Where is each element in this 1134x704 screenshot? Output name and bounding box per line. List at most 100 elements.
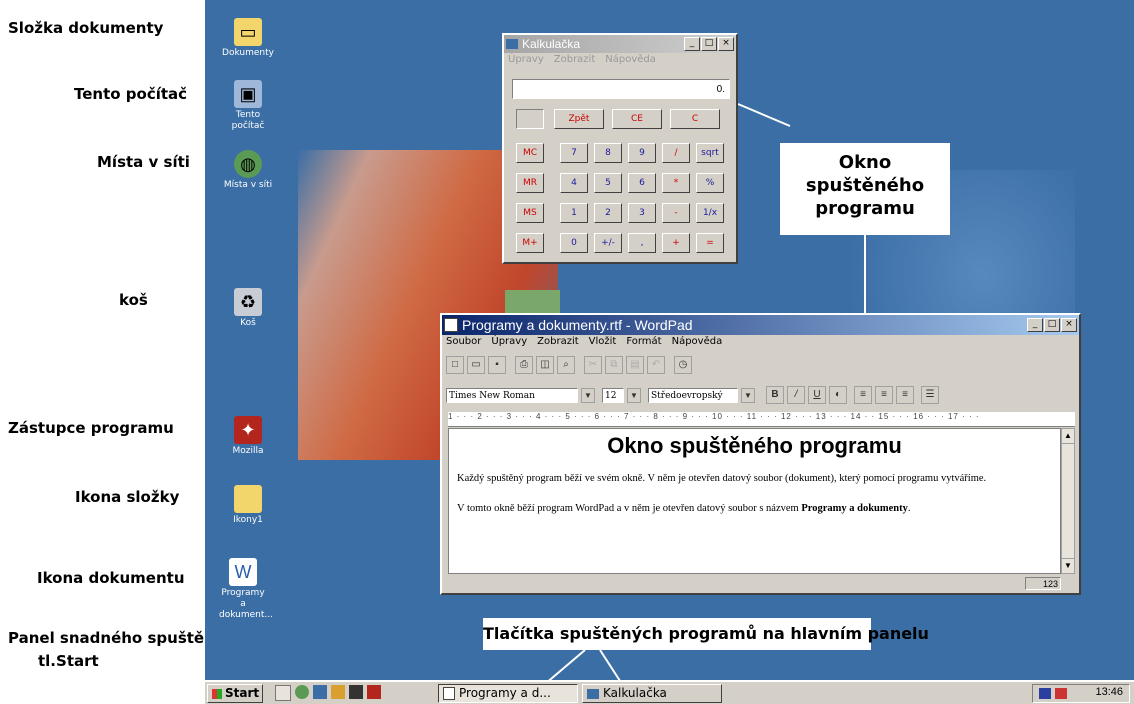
callout-running-window: Okno spuštěného programu bbox=[780, 143, 950, 235]
key-7[interactable]: 7 bbox=[560, 143, 588, 163]
key-decimal[interactable]: , bbox=[628, 233, 656, 253]
document-bold-text: Programy a dokumenty bbox=[801, 503, 908, 514]
wordpad-window[interactable]: Programy a dokumenty.rtf - WordPad _ □ ×… bbox=[440, 313, 1081, 595]
align-center-icon[interactable]: ≡ bbox=[875, 386, 893, 404]
explorer-icon[interactable] bbox=[313, 685, 327, 699]
key-2[interactable]: 2 bbox=[594, 203, 622, 223]
print-icon[interactable]: ⎙ bbox=[515, 356, 533, 374]
open-icon[interactable]: ▭ bbox=[467, 356, 485, 374]
menu-napoveda[interactable]: Nápověda bbox=[605, 54, 656, 65]
ms-button[interactable]: MS bbox=[516, 203, 544, 223]
new-icon[interactable]: □ bbox=[446, 356, 464, 374]
key-6[interactable]: 6 bbox=[628, 173, 656, 193]
vertical-scrollbar[interactable]: ▲ ▼ bbox=[1061, 428, 1075, 574]
undo-icon[interactable]: ↶ bbox=[647, 356, 665, 374]
clear-entry-button[interactable]: CE bbox=[612, 109, 662, 129]
key-0[interactable]: 0 bbox=[560, 233, 588, 253]
key-multiply[interactable]: * bbox=[662, 173, 690, 193]
taskbar-item-calculator[interactable]: Kalkulačka bbox=[582, 684, 722, 703]
menu-napoveda[interactable]: Nápověda bbox=[672, 336, 723, 347]
scroll-down-icon[interactable]: ▼ bbox=[1062, 558, 1074, 573]
bold-button[interactable]: B bbox=[766, 386, 784, 404]
minimize-button[interactable]: _ bbox=[1027, 318, 1043, 332]
key-equals[interactable]: = bbox=[696, 233, 724, 253]
taskbar-item-label: Kalkulačka bbox=[603, 686, 667, 700]
calculator-titlebar[interactable]: Kalkulačka _ □ × bbox=[504, 35, 736, 53]
backspace-button[interactable]: Zpět bbox=[554, 109, 604, 129]
mr-button[interactable]: MR bbox=[516, 173, 544, 193]
align-left-icon[interactable]: ≡ bbox=[854, 386, 872, 404]
insert-datetime-icon[interactable]: ◷ bbox=[674, 356, 692, 374]
key-plus[interactable]: + bbox=[662, 233, 690, 253]
calculator-app-icon bbox=[587, 688, 599, 699]
m-plus-button[interactable]: M+ bbox=[516, 233, 544, 253]
key-sign[interactable]: +/- bbox=[594, 233, 622, 253]
media-icon[interactable] bbox=[349, 685, 363, 699]
mc-button[interactable]: MC bbox=[516, 143, 544, 163]
key-1[interactable]: 1 bbox=[560, 203, 588, 223]
cut-icon[interactable]: ✂ bbox=[584, 356, 602, 374]
document-area[interactable]: Okno spuštěného programu Každý spuštěný … bbox=[448, 428, 1061, 574]
wordpad-titlebar[interactable]: Programy a dokumenty.rtf - WordPad _ □ × bbox=[442, 315, 1079, 335]
key-9[interactable]: 9 bbox=[628, 143, 656, 163]
align-right-icon[interactable]: ≡ bbox=[896, 386, 914, 404]
bullets-icon[interactable]: ☰ bbox=[921, 386, 939, 404]
format-toolbar: Times New Roman ▼ 12 ▼ Středoevropský ▼ … bbox=[446, 385, 939, 405]
menu-soubor[interactable]: Soubor bbox=[446, 336, 481, 347]
script-select[interactable]: Středoevropský bbox=[648, 387, 738, 403]
key-8[interactable]: 8 bbox=[594, 143, 622, 163]
key-sqrt[interactable]: sqrt bbox=[696, 143, 724, 163]
key-reciprocal[interactable]: 1/x bbox=[696, 203, 724, 223]
key-minus[interactable]: - bbox=[662, 203, 690, 223]
key-percent[interactable]: % bbox=[696, 173, 724, 193]
menu-upravy[interactable]: Úpravy bbox=[491, 336, 527, 347]
start-button[interactable]: Start bbox=[207, 684, 263, 703]
browser-icon[interactable] bbox=[295, 685, 309, 699]
copy-icon[interactable]: ⧉ bbox=[605, 356, 623, 374]
menu-zobrazit[interactable]: Zobrazit bbox=[554, 54, 596, 65]
calculator-window[interactable]: Kalkulačka _ □ × Úpravy Zobrazit Nápověd… bbox=[502, 33, 738, 264]
paste-icon[interactable]: ▤ bbox=[626, 356, 644, 374]
underline-button[interactable]: U bbox=[808, 386, 826, 404]
menu-zobrazit[interactable]: Zobrazit bbox=[537, 336, 579, 347]
clear-button[interactable]: C bbox=[670, 109, 720, 129]
italic-button[interactable]: / bbox=[787, 386, 805, 404]
chevron-down-icon[interactable]: ▼ bbox=[581, 387, 595, 403]
print-preview-icon[interactable]: ◫ bbox=[536, 356, 554, 374]
chevron-down-icon[interactable]: ▼ bbox=[627, 387, 641, 403]
maximize-button[interactable]: □ bbox=[1044, 318, 1060, 332]
clock[interactable]: 13:46 bbox=[1095, 686, 1123, 698]
maximize-button[interactable]: □ bbox=[701, 37, 717, 51]
keyboard-icon[interactable] bbox=[1039, 688, 1051, 699]
key-divide[interactable]: / bbox=[662, 143, 690, 163]
document-paragraph: Každý spuštěný program běží ve svém okně… bbox=[457, 473, 987, 484]
menu-vlozit[interactable]: Vložit bbox=[589, 336, 617, 347]
quick-launch-bar bbox=[275, 685, 381, 701]
find-icon[interactable]: ⌕ bbox=[557, 356, 575, 374]
minimize-button[interactable]: _ bbox=[684, 37, 700, 51]
calculator-title: Kalkulačka bbox=[522, 37, 581, 51]
font-select[interactable]: Times New Roman bbox=[446, 387, 578, 403]
key-5[interactable]: 5 bbox=[594, 173, 622, 193]
mozilla-icon[interactable] bbox=[367, 685, 381, 699]
close-button[interactable]: × bbox=[1061, 318, 1077, 332]
chevron-down-icon[interactable]: ▼ bbox=[741, 387, 755, 403]
save-icon[interactable]: ▪ bbox=[488, 356, 506, 374]
close-button[interactable]: × bbox=[718, 37, 734, 51]
document-text: V tomto okně běží program WordPad a v ně… bbox=[457, 503, 802, 514]
windows-logo-icon bbox=[212, 688, 222, 699]
key-3[interactable]: 3 bbox=[628, 203, 656, 223]
taskbar-item-wordpad[interactable]: Programy a d... bbox=[438, 684, 578, 703]
volume-icon[interactable] bbox=[1055, 688, 1067, 699]
menu-upravy[interactable]: Úpravy bbox=[508, 54, 544, 65]
wordpad-app-icon bbox=[444, 318, 458, 332]
font-size-select[interactable]: 12 bbox=[602, 387, 624, 403]
program-icon[interactable] bbox=[331, 685, 345, 699]
menu-format[interactable]: Formát bbox=[626, 336, 661, 347]
color-icon[interactable]: ◐ bbox=[829, 386, 847, 404]
scroll-up-icon[interactable]: ▲ bbox=[1062, 429, 1074, 444]
desktop-icon[interactable] bbox=[275, 685, 291, 701]
ruler[interactable]: 1 · · · 2 · · · 3 · · · 4 · · · 5 · · · … bbox=[448, 412, 1075, 427]
callout-running-window-line1: Okno bbox=[838, 152, 892, 173]
key-4[interactable]: 4 bbox=[560, 173, 588, 193]
